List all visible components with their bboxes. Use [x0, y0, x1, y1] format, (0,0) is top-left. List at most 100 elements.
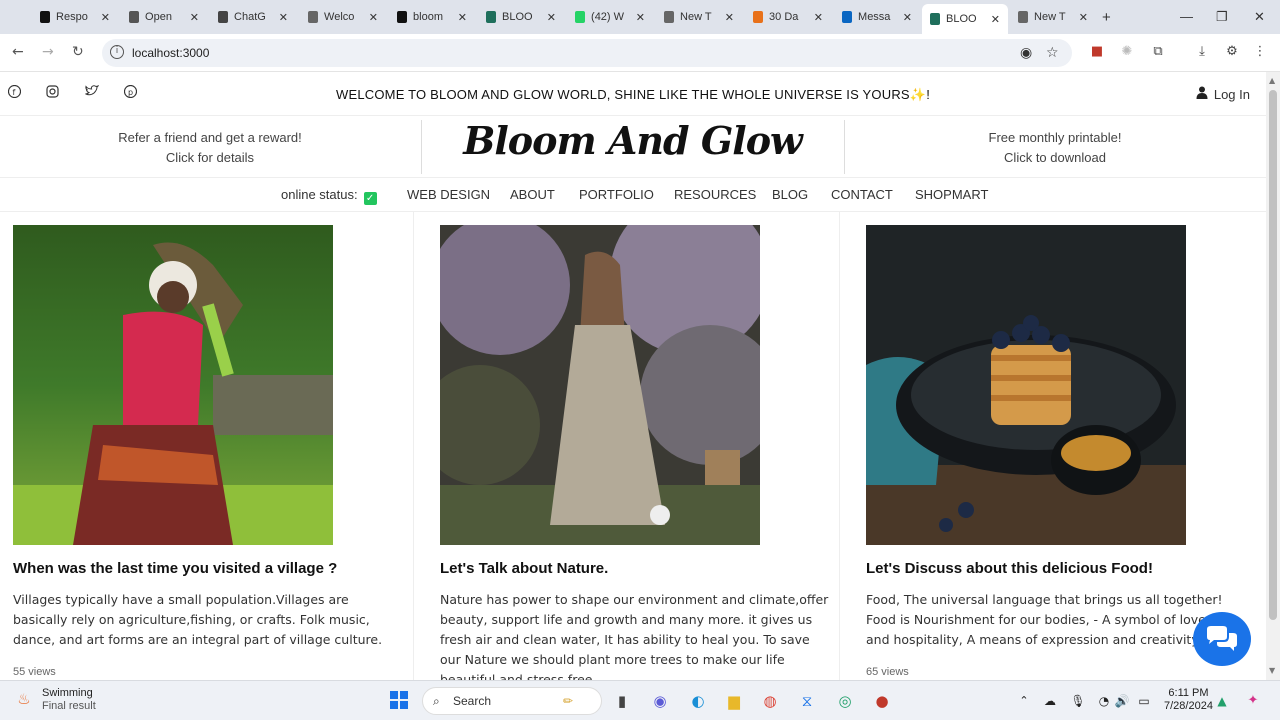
browser-tab[interactable]: Respo ✕: [32, 6, 118, 28]
referral-link[interactable]: Click for details: [0, 148, 420, 168]
tab-close-icon[interactable]: ✕: [279, 11, 288, 24]
nav-about[interactable]: ABOUT: [510, 187, 555, 202]
tab-label: (42) W: [591, 11, 625, 23]
printable-text: Free monthly printable!: [988, 130, 1122, 145]
volume-icon[interactable]: 🔊: [1112, 691, 1132, 711]
tab-close-icon[interactable]: ✕: [190, 11, 199, 24]
clock[interactable]: 6:11 PM 7/28/2024: [1164, 687, 1213, 713]
login-button[interactable]: Log In: [1196, 86, 1250, 102]
battery-icon[interactable]: ▭: [1134, 691, 1154, 711]
tab-close-icon[interactable]: ✕: [636, 11, 645, 24]
browser-tab[interactable]: ChatG ✕: [210, 6, 296, 28]
edge-icon[interactable]: ◐: [688, 691, 708, 711]
back-icon[interactable]: ←: [12, 44, 24, 60]
scroll-up-arrow[interactable]: ▲: [1269, 76, 1275, 85]
browser-tab[interactable]: New T ✕: [656, 6, 742, 28]
card-title-village[interactable]: When was the last time you visited a vil…: [13, 560, 337, 577]
weather-widget[interactable]: Swimming Final result: [42, 687, 96, 713]
file-explorer-icon[interactable]: ▆: [724, 691, 744, 711]
tab-close-icon[interactable]: ✕: [101, 11, 110, 24]
browser-tab[interactable]: Welco ✕: [300, 6, 386, 28]
tab-close-icon[interactable]: ✕: [547, 11, 556, 24]
printable-promo[interactable]: Free monthly printable! Click to downloa…: [845, 128, 1265, 168]
tab-close-icon[interactable]: ✕: [814, 11, 823, 24]
tray-cloud-icon[interactable]: ☁: [1040, 691, 1060, 711]
profile-icon[interactable]: ⚙: [1224, 44, 1240, 60]
village-woman-image[interactable]: [13, 225, 333, 545]
close-window-button[interactable]: ✕: [1254, 9, 1265, 25]
user-icon: [1196, 86, 1208, 102]
scroll-down-arrow[interactable]: ▼: [1269, 666, 1275, 675]
start-windows-icon[interactable]: [389, 691, 409, 711]
weather-title: Swimming: [42, 687, 93, 699]
nav-contact[interactable]: CONTACT: [831, 187, 893, 202]
scrollbar-thumb[interactable]: [1269, 90, 1277, 620]
tab-close-icon[interactable]: ✕: [991, 13, 1000, 26]
chrome-icon[interactable]: ◍: [760, 691, 780, 711]
nav-blog[interactable]: BLOG: [772, 187, 808, 202]
chat-button[interactable]: [1193, 612, 1251, 666]
bookmark-star-icon[interactable]: ☆: [1046, 45, 1059, 61]
tab-label: Messa: [858, 11, 891, 23]
vscode-icon[interactable]: ⧖: [797, 691, 817, 711]
browser-tab[interactable]: BLOO ✕: [478, 6, 564, 28]
task-view-icon[interactable]: ▮: [612, 691, 632, 711]
tab-close-icon[interactable]: ✕: [903, 11, 912, 24]
app-icon[interactable]: ●: [872, 691, 892, 711]
copilot-icon[interactable]: ✦: [1243, 691, 1263, 711]
search-label: Search: [453, 694, 492, 708]
taskbar-search[interactable]: ⌕ Search ✏: [422, 687, 602, 715]
tab-close-icon[interactable]: ✕: [725, 11, 734, 24]
nature-girl-image[interactable]: [440, 225, 760, 545]
browser-tab[interactable]: New T ✕: [1010, 6, 1096, 28]
top-bar: f p WELCOME TO BLOOM AND GLOW WORLD, SHI…: [0, 72, 1266, 116]
browser-tab[interactable]: 30 Da ✕: [745, 6, 831, 28]
wifi-icon[interactable]: ◔: [1094, 691, 1114, 711]
browser-tab[interactable]: Open ✕: [121, 6, 207, 28]
extension-icon[interactable]: ■: [1089, 44, 1105, 60]
referral-promo[interactable]: Refer a friend and get a reward! Click f…: [0, 128, 420, 168]
tab-close-icon[interactable]: ✕: [1079, 11, 1088, 24]
notification-icon[interactable]: ▲: [1212, 691, 1232, 711]
maximize-button[interactable]: ❐: [1216, 9, 1228, 25]
browser-tab[interactable]: Messa ✕: [834, 6, 920, 28]
nav-portfolio[interactable]: PORTFOLIO: [579, 187, 654, 202]
tray-overflow-icon[interactable]: ⌃: [1014, 691, 1034, 711]
page-scrollbar[interactable]: ▲ ▼: [1266, 72, 1280, 680]
forward-icon[interactable]: →: [42, 44, 54, 60]
browser-tab[interactable]: bloom ✕: [389, 6, 475, 28]
site-info-icon[interactable]: i: [110, 45, 124, 59]
chat-app-icon[interactable]: ◉: [650, 691, 670, 711]
tab-label: BLOO: [502, 11, 533, 23]
nav-web-design[interactable]: WEB DESIGN: [407, 187, 490, 202]
tab-label: Open: [145, 11, 172, 23]
new-tab-button[interactable]: +: [1102, 9, 1111, 26]
tab-close-icon[interactable]: ✕: [458, 11, 467, 24]
nav-resources[interactable]: RESOURCES: [674, 187, 756, 202]
tab-favicon-icon: [397, 11, 408, 23]
minimize-button[interactable]: —: [1180, 9, 1193, 24]
extensions-puzzle-icon[interactable]: ⧉: [1150, 44, 1166, 60]
sparkle-emoji: ✨: [909, 87, 927, 102]
chrome-canary-icon[interactable]: ◎: [835, 691, 855, 711]
site-logo[interactable]: Bloom And Glow: [420, 118, 845, 163]
menu-kebab-icon[interactable]: ⋮: [1252, 44, 1268, 60]
browser-tab-strip: + — ❐ ✕ Respo ✕ Open ✕ ChatG ✕ Welco ✕ bloom ✕ BLO…: [0, 0, 1280, 34]
nav-shopmart[interactable]: SHOPMART: [915, 187, 988, 202]
reload-icon[interactable]: ↻: [72, 44, 84, 60]
microphone-icon[interactable]: 🎙: [1068, 691, 1088, 711]
eye-icon[interactable]: ◉: [1020, 45, 1032, 61]
login-label: Log In: [1213, 86, 1250, 102]
browser-tab[interactable]: (42) W ✕: [567, 6, 653, 28]
pancakes-image[interactable]: [866, 225, 1186, 545]
browser-tab[interactable]: BLOO ✕: [922, 4, 1008, 34]
card-title-nature[interactable]: Let's Talk about Nature.: [440, 560, 608, 577]
card-title-food[interactable]: Let's Discuss about this delicious Food!: [866, 560, 1153, 577]
download-icon[interactable]: ⤓: [1194, 44, 1210, 60]
check-icon: ✓: [363, 192, 377, 205]
tab-close-icon[interactable]: ✕: [369, 11, 378, 24]
extension-loading-icon[interactable]: ✺: [1119, 44, 1135, 60]
tab-favicon-icon: [575, 11, 586, 23]
printable-link[interactable]: Click to download: [845, 148, 1265, 168]
address-bar[interactable]: i localhost:3000 ◉ ☆: [102, 39, 1072, 67]
